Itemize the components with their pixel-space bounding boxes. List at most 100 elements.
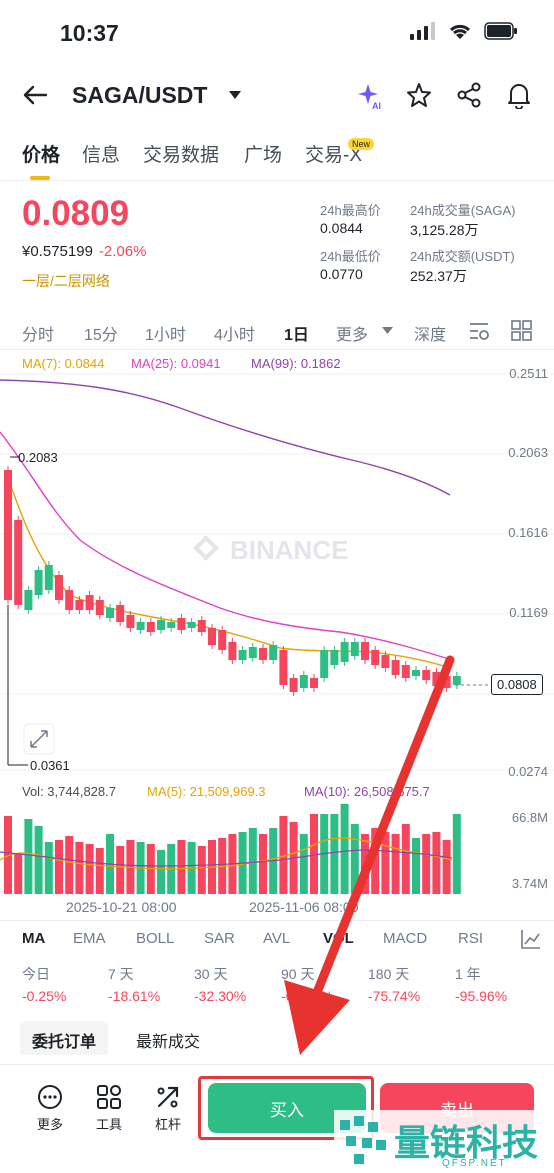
candle (95, 600, 104, 615)
indicator-settings-icon[interactable] (520, 928, 542, 950)
candle (238, 650, 247, 660)
watermark: BINANCE (193, 535, 348, 565)
candle (106, 608, 114, 618)
indicator-boll[interactable]: BOLL (136, 930, 174, 947)
watermark-text: BINANCE (230, 535, 348, 565)
chevron-down-icon (382, 327, 393, 334)
candle (126, 615, 135, 628)
indicator-sar[interactable]: SAR (204, 930, 235, 947)
tab-trading-data[interactable]: 交易数据 (143, 140, 219, 167)
interval-4h[interactable]: 4小时 (214, 321, 255, 345)
ma25-line (0, 431, 453, 661)
candle (136, 622, 145, 630)
candle (157, 620, 165, 630)
perf-value: -18.61% (108, 988, 161, 1004)
vol-ma5-legend: MA(5): 21,509,969.3 (147, 784, 266, 799)
tab-info[interactable]: 信息 (82, 140, 120, 167)
interval-more[interactable]: 更多 (336, 321, 368, 345)
chevron-down-icon[interactable] (228, 90, 242, 100)
new-badge: New (348, 138, 375, 150)
low-label: 24h最低价 (320, 249, 381, 264)
interval-1h[interactable]: 1小时 (145, 321, 186, 345)
annotation-arrow-icon (284, 655, 455, 1055)
interval-bar: 分时 15分 1小时 4小时 1日 更多 深度 (0, 314, 554, 348)
ma7-line (4, 469, 451, 669)
high-marker-label: 0.2083 (18, 450, 58, 465)
ai-sparkle-icon[interactable]: AI (356, 82, 384, 110)
indicator-ema[interactable]: EMA (73, 930, 106, 947)
volume-bar (177, 840, 186, 894)
high-marker: 0.2083 (10, 450, 58, 465)
date-axis-label: 2025-10-21 08:00 (66, 899, 177, 915)
signal-icon (410, 22, 435, 40)
candle (65, 590, 74, 610)
current-price-tag: 0.0808 (491, 674, 543, 695)
grid-layout-icon[interactable] (511, 320, 532, 341)
star-icon[interactable] (406, 82, 432, 108)
volume-bar (55, 840, 63, 894)
volume-bar (259, 834, 267, 894)
perf-label: 7 天 (108, 966, 134, 982)
interval-depth[interactable]: 深度 (414, 321, 446, 345)
pair-selector[interactable]: SAGA/USDT (72, 82, 207, 109)
ma99-line (0, 379, 451, 496)
leverage-tool[interactable]: 杠杆 (148, 1084, 188, 1133)
price-subline: ¥0.575199 -2.06% (22, 243, 146, 260)
price-axis-label: 0.1616 (508, 525, 548, 540)
amount-label: 24h成交额(USDT) (410, 249, 515, 264)
more-icon (38, 1085, 62, 1109)
cny-price: ¥0.575199 (22, 243, 93, 260)
candle (167, 622, 176, 628)
candle (44, 565, 53, 590)
tab-square[interactable]: 广场 (244, 140, 282, 167)
candle (14, 520, 23, 605)
bell-icon[interactable] (506, 81, 532, 109)
candle (4, 470, 12, 600)
volume-value: 3,125.28万 (410, 222, 479, 238)
volume-label: 24h成交量(SAGA) (410, 203, 516, 218)
perf-value: -0.25% (22, 988, 67, 1004)
volume-axis-label: 66.8M (511, 810, 548, 825)
volume-bar (44, 842, 53, 894)
price-axis-label: 0.0274 (508, 764, 548, 779)
volume-bar (24, 819, 33, 894)
logo-domain: QFSP.NET (442, 1158, 507, 1169)
more-tool[interactable]: 更多 (30, 1084, 70, 1133)
interval-line[interactable]: 分时 (22, 321, 54, 345)
tab-latest-trades[interactable]: 最新成交 (124, 1021, 212, 1055)
candle (259, 648, 267, 660)
interval-15m[interactable]: 15分 (84, 321, 118, 345)
volume-bar (248, 828, 257, 894)
status-bar: 10:37 (0, 0, 554, 66)
expand-icon[interactable] (23, 723, 55, 755)
battery-icon (484, 22, 517, 40)
volume-bar (85, 844, 94, 894)
tools-tool[interactable]: 工具 (89, 1084, 129, 1133)
back-arrow-icon[interactable] (22, 84, 48, 106)
candle (218, 630, 227, 650)
share-icon[interactable] (456, 82, 482, 108)
chart-settings-icon[interactable] (468, 320, 490, 342)
candle (75, 600, 84, 610)
candle (177, 618, 186, 630)
leverage-icon (157, 1086, 179, 1108)
wifi-icon (449, 24, 471, 39)
clock: 10:37 (60, 20, 119, 46)
candle (187, 622, 196, 628)
perf-label: 今日 (22, 966, 50, 982)
network-tag[interactable]: 一层/二层网络 (22, 271, 110, 291)
indicator-ma[interactable]: MA (22, 930, 45, 947)
perf-label: 30 天 (194, 966, 228, 982)
tab-price[interactable]: 价格 (22, 140, 60, 167)
candle (34, 570, 43, 595)
interval-1d[interactable]: 1日 (284, 321, 309, 345)
candle (208, 628, 216, 645)
last-price: 0.0809 (22, 194, 130, 233)
candle (146, 622, 155, 632)
high-value: 0.0844 (320, 220, 363, 236)
volume-bar (65, 836, 74, 894)
header: SAGA/USDT AI (0, 66, 554, 126)
candle (55, 575, 63, 600)
volume-bar (197, 846, 206, 894)
tab-open-orders[interactable]: 委托订单 (20, 1021, 109, 1055)
